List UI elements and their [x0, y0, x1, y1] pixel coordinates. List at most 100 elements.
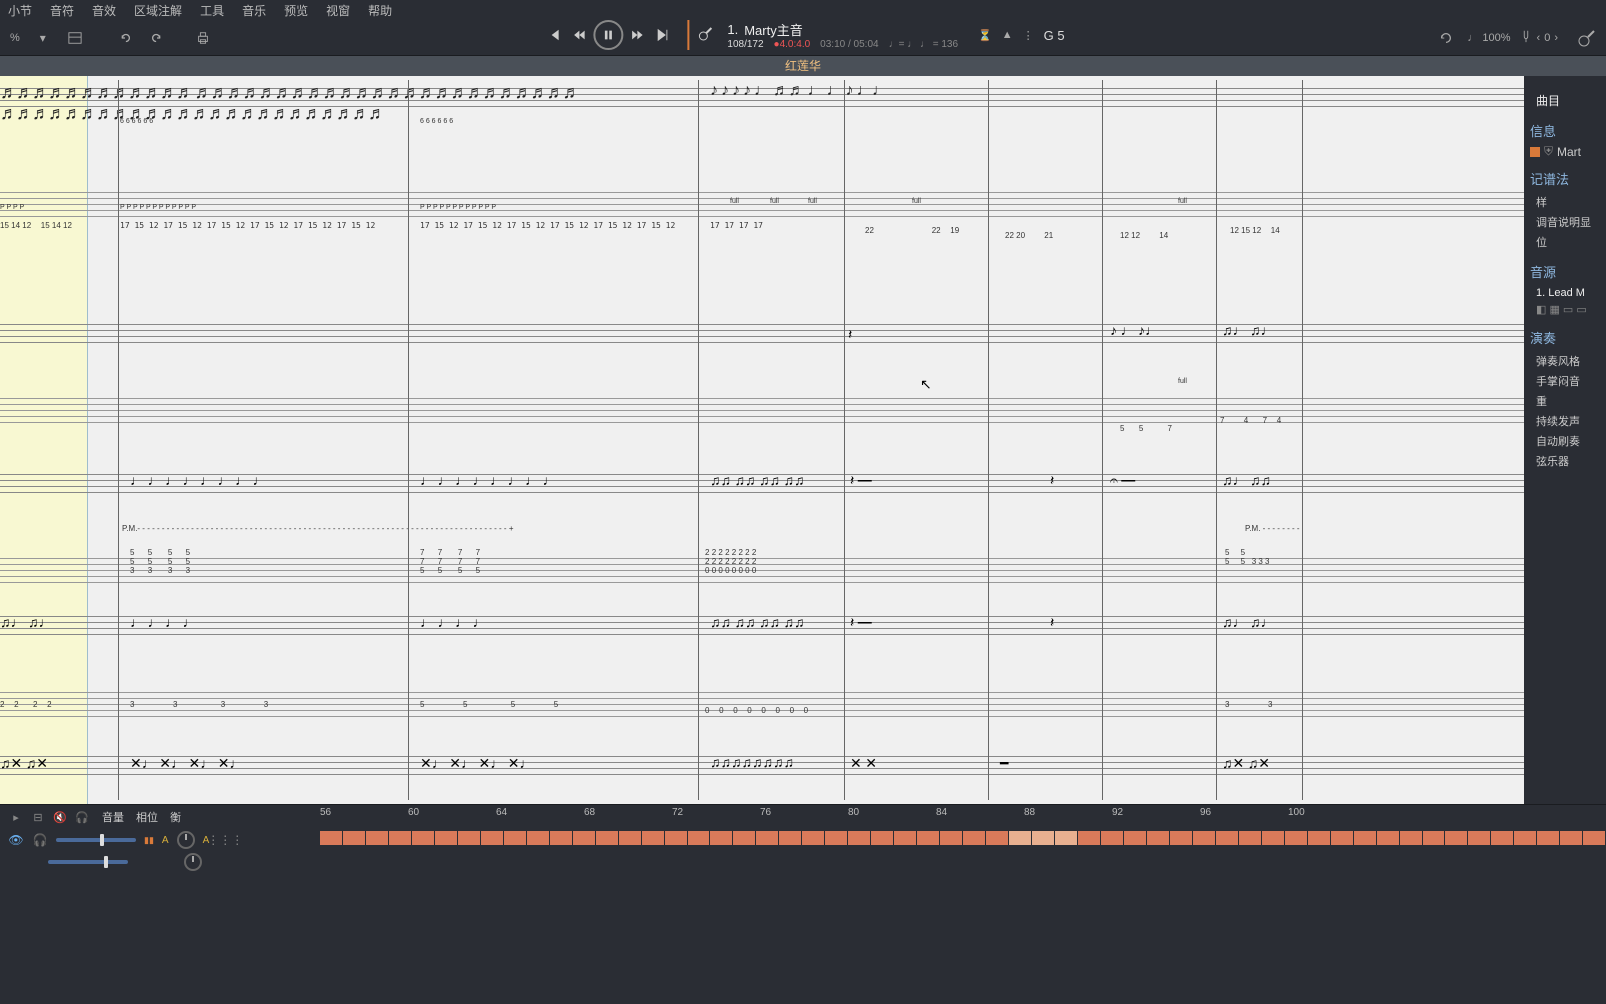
- menu-bar-item[interactable]: 工具: [200, 2, 224, 19]
- timeline-bar-segment[interactable]: [343, 831, 366, 845]
- timeline-bar-segment[interactable]: [389, 831, 412, 845]
- notation-option[interactable]: 样: [1530, 192, 1600, 212]
- perf-option[interactable]: 手掌闷音: [1530, 371, 1600, 391]
- timeline-bar-segment[interactable]: [825, 831, 848, 845]
- timeline-bar-segment[interactable]: [894, 831, 917, 845]
- track-name[interactable]: Marty主音: [744, 20, 803, 39]
- timeline-bar-segment[interactable]: [1285, 831, 1308, 845]
- timeline-bar-segment[interactable]: [1147, 831, 1170, 845]
- sound-name[interactable]: 1. Lead M: [1530, 285, 1600, 301]
- timeline-bar-segment[interactable]: [366, 831, 389, 845]
- notation-option[interactable]: 位: [1530, 232, 1600, 252]
- solo-icon[interactable]: 🎧: [74, 809, 90, 825]
- timeline-bar-segment[interactable]: [1537, 831, 1560, 845]
- headphone-icon[interactable]: 🎧: [32, 832, 48, 848]
- timeline-bar-segment[interactable]: [871, 831, 894, 845]
- track-list-icon[interactable]: ⊟: [30, 809, 46, 825]
- sound-icons[interactable]: ◧ ▦ ▭ ▭: [1530, 301, 1600, 318]
- timeline-bar-segment[interactable]: [665, 831, 688, 845]
- menu-bar-item[interactable]: 预览: [284, 2, 308, 19]
- timeline-bar-segment[interactable]: [1583, 831, 1606, 845]
- timeline-bar-segment[interactable]: [596, 831, 619, 845]
- master-pan-knob[interactable]: [184, 853, 202, 871]
- redo-button[interactable]: [144, 25, 170, 51]
- timeline-bar-segment[interactable]: [1216, 831, 1239, 845]
- pan-knob[interactable]: [177, 831, 195, 849]
- collapse-icon[interactable]: ▸: [8, 809, 24, 825]
- timeline-bar-segment[interactable]: [435, 831, 458, 845]
- timeline-bar-segment[interactable]: [1078, 831, 1101, 845]
- perf-option[interactable]: 弹奏风格: [1530, 351, 1600, 371]
- timeline-bar-segment[interactable]: [1400, 831, 1423, 845]
- menu-bar-item[interactable]: 小节: [8, 2, 32, 19]
- menu-bar-item[interactable]: 音符: [50, 2, 74, 19]
- menu-bar-item[interactable]: 区域注解: [134, 2, 182, 19]
- timeline-bar-segment[interactable]: [986, 831, 1009, 845]
- speed-control[interactable]: ♩ 100%: [1467, 32, 1510, 44]
- timeline-bar-segment[interactable]: [710, 831, 733, 845]
- print-button[interactable]: [190, 25, 216, 51]
- timeline-bar-segment[interactable]: [642, 831, 665, 845]
- loop-button[interactable]: [1433, 25, 1459, 51]
- timeline-bar-segment[interactable]: [917, 831, 940, 845]
- menu-bar-item[interactable]: 音效: [92, 2, 116, 19]
- timeline-bar-segment[interactable]: [1101, 831, 1124, 845]
- transpose-control[interactable]: ‹ 0 ›: [1519, 29, 1558, 46]
- play-pause-button[interactable]: [593, 20, 623, 50]
- timeline-bar-segment[interactable]: [1468, 831, 1491, 845]
- timeline-bar-segment[interactable]: [1170, 831, 1193, 845]
- timeline-ruler[interactable]: 5660646872768084889296100: [320, 805, 1606, 827]
- timeline-bar-segment[interactable]: [1377, 831, 1400, 845]
- timeline-bar-segment[interactable]: [1491, 831, 1514, 845]
- eq-button[interactable]: ⋮⋮⋮: [217, 832, 233, 848]
- track-chip[interactable]: ⛨ Mart: [1530, 144, 1600, 159]
- timeline-bar-segment[interactable]: [619, 831, 642, 845]
- fretboard-button[interactable]: [1574, 25, 1600, 51]
- timeline-segments[interactable]: [320, 827, 1606, 849]
- timeline-bar-segment[interactable]: [1514, 831, 1537, 845]
- settings-icon[interactable]: ⋮: [1023, 29, 1034, 42]
- volume-slider[interactable]: [56, 838, 136, 842]
- timeline-bar-segment[interactable]: [1055, 831, 1078, 845]
- side-section-perf[interactable]: 演奏: [1530, 328, 1600, 347]
- zoom-select[interactable]: %: [6, 30, 24, 46]
- timeline-bar-segment[interactable]: [1239, 831, 1262, 845]
- timeline-bar-segment[interactable]: [963, 831, 986, 845]
- timeline-bar-segment[interactable]: [458, 831, 481, 845]
- timeline-bar-segment[interactable]: [1560, 831, 1583, 845]
- visibility-icon[interactable]: 👁: [8, 832, 24, 848]
- perf-option[interactable]: 重: [1530, 391, 1600, 411]
- perf-option[interactable]: 持续发声: [1530, 411, 1600, 431]
- menu-bar-item[interactable]: 音乐: [242, 2, 266, 19]
- menu-bar-item[interactable]: 视窗: [326, 2, 350, 19]
- timeline-bar-segment[interactable]: [320, 831, 343, 845]
- side-section-sound[interactable]: 音源: [1530, 262, 1600, 281]
- timeline-bar-segment[interactable]: [733, 831, 756, 845]
- timeline-bar-segment[interactable]: [848, 831, 871, 845]
- timeline-bar-segment[interactable]: [1124, 831, 1147, 845]
- timeline-bar-segment[interactable]: [504, 831, 527, 845]
- master-volume-slider[interactable]: [48, 860, 128, 864]
- rewind-button[interactable]: [567, 23, 591, 47]
- menu-bar-item[interactable]: 帮助: [368, 2, 392, 19]
- go-end-button[interactable]: [651, 23, 675, 47]
- countdown-icon[interactable]: ⏳: [978, 29, 992, 42]
- timeline-bar-segment[interactable]: [802, 831, 825, 845]
- mute-icon[interactable]: 🔇: [52, 809, 68, 825]
- perf-option[interactable]: 弦乐器: [1530, 451, 1600, 471]
- perf-option[interactable]: 自动刷奏: [1530, 431, 1600, 451]
- side-section-info[interactable]: 信息: [1530, 121, 1600, 140]
- fast-forward-button[interactable]: [625, 23, 649, 47]
- timeline-bar-segment[interactable]: [1445, 831, 1468, 845]
- timeline-bar-segment[interactable]: [940, 831, 963, 845]
- timeline-bar-segment[interactable]: [573, 831, 596, 845]
- timeline-bar-segment[interactable]: [1009, 831, 1032, 845]
- side-section-notation[interactable]: 记谱法: [1530, 169, 1600, 188]
- metronome-icon[interactable]: ▲: [1002, 29, 1013, 41]
- undo-button[interactable]: [112, 25, 138, 51]
- score-view[interactable]: ♬♬♬♬♬♬♬♬♬♬♬♬ ♬♬♬♬♬♬♬♬♬♬♬♬♬♬♬♬♬♬♬♬♬♬♬♬ ♬♬…: [0, 76, 1524, 804]
- timeline-bar-segment[interactable]: [779, 831, 802, 845]
- timeline-bar-segment[interactable]: [688, 831, 711, 845]
- timeline-bar-segment[interactable]: [1193, 831, 1216, 845]
- timeline-bar-segment[interactable]: [412, 831, 435, 845]
